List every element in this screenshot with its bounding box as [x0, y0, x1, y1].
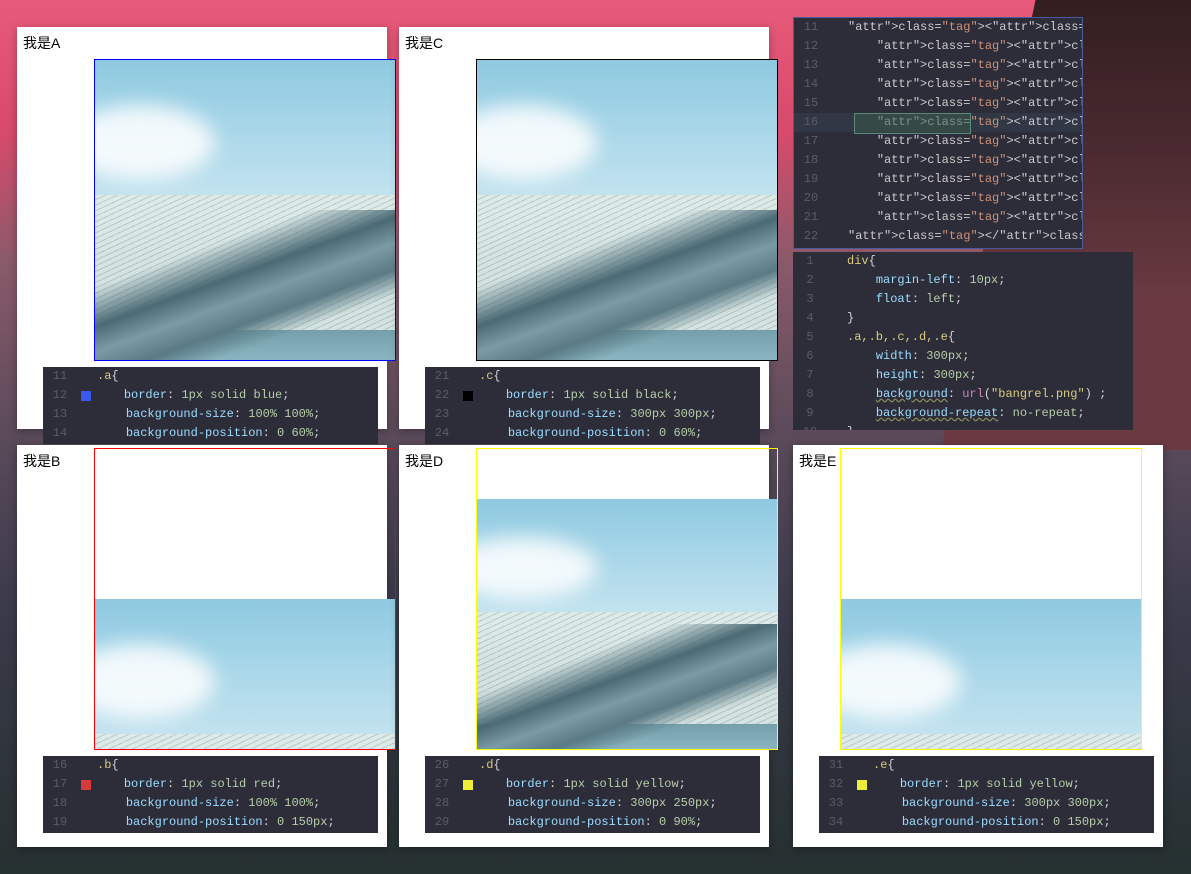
label-c: 我是C	[405, 33, 443, 53]
label-a: 我是A	[23, 33, 60, 53]
preview-a	[94, 59, 396, 361]
code-block-css[interactable]: 1div{2 margin-left: 10px;3 float: left;4…	[793, 252, 1133, 430]
preview-e	[840, 448, 1142, 750]
panel-a: 我是A 11.a{ 12 border: 1px solid blue; 13 …	[17, 27, 387, 429]
code-block-a[interactable]: 11.a{ 12 border: 1px solid blue; 13 back…	[43, 367, 378, 444]
panel-b: 我是B 16.b{ 17 border: 1px solid red; 18 b…	[17, 445, 387, 847]
label-d: 我是D	[405, 451, 443, 471]
preview-b	[94, 448, 396, 750]
panel-d: 我是D 26.d{ 27 border: 1px solid yellow; 2…	[399, 445, 769, 847]
label-e: 我是E	[799, 451, 836, 471]
panel-e: 我是E 31.e{ 32 border: 1px solid yellow; 3…	[793, 445, 1163, 847]
code-block-b[interactable]: 16.b{ 17 border: 1px solid red; 18 backg…	[43, 756, 378, 833]
code-block-d[interactable]: 26.d{ 27 border: 1px solid yellow; 28 ba…	[425, 756, 760, 833]
label-b: 我是B	[23, 451, 60, 471]
code-block-html[interactable]: 11"attr">class="tag"><"attr">class="tagn…	[793, 17, 1083, 249]
preview-d	[476, 448, 778, 750]
preview-c	[476, 59, 778, 361]
panel-c: 我是C 21.c{ 22 border: 1px solid black; 23…	[399, 27, 769, 429]
code-block-c[interactable]: 21.c{ 22 border: 1px solid black; 23 bac…	[425, 367, 760, 444]
code-block-e[interactable]: 31.e{ 32 border: 1px solid yellow; 33 ba…	[819, 756, 1154, 833]
